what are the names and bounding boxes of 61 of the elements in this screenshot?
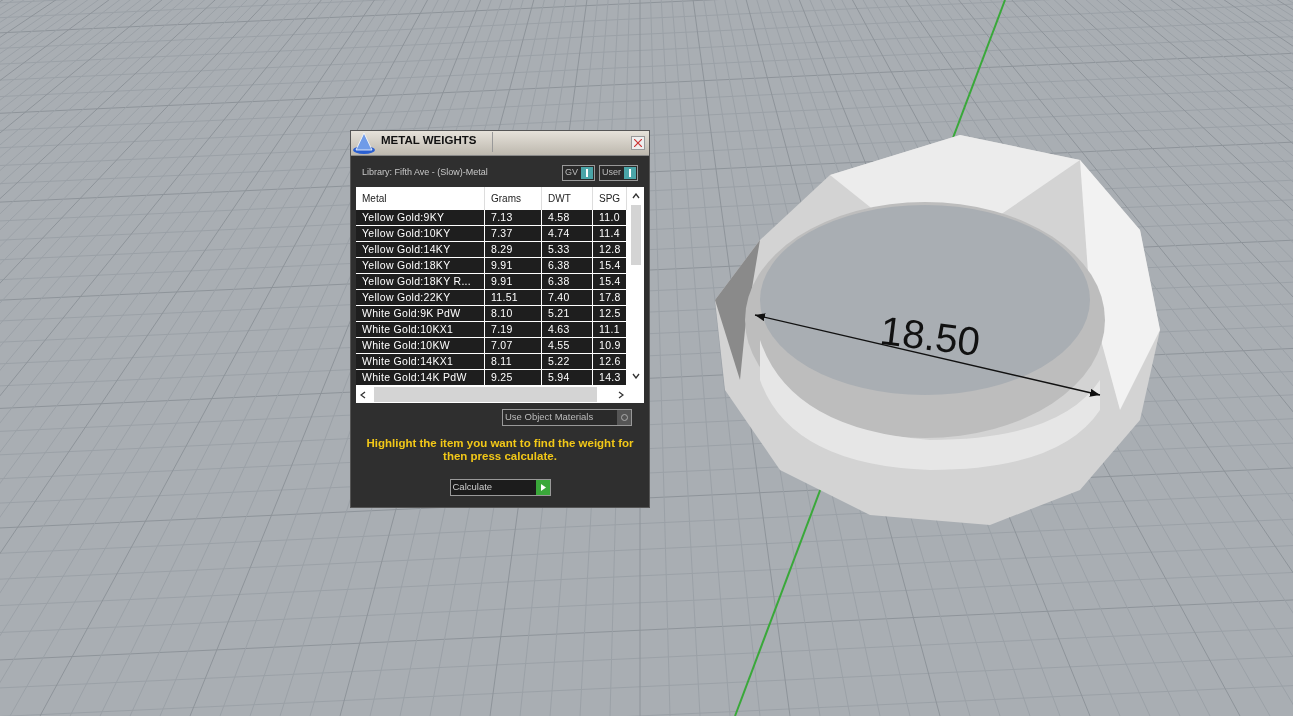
close-button[interactable] [631,136,645,150]
table-cell: 4.63 [542,322,593,338]
table-cell: 11.51 [485,290,542,306]
table-cell: 8.29 [485,242,542,258]
table-cell: 8.10 [485,306,542,322]
table-cell: 11.4 [593,226,627,242]
table-cell: 11.1 [593,322,627,338]
table-cell: 5.94 [542,370,593,386]
table-cell: 7.19 [485,322,542,338]
calculate-button[interactable]: Calculate [449,479,551,496]
table-cell: 8.11 [485,354,542,370]
table-cell: 5.21 [542,306,593,322]
table-cell: 11.0 [593,210,627,226]
table-cell: 12.5 [593,306,627,322]
close-icon [634,139,642,147]
table-cell: 4.55 [542,338,593,354]
toggle-switch[interactable]: User [599,165,638,181]
table-cell: 5.22 [542,354,593,370]
table-cell: White Gold:10KW [356,338,485,354]
toggle-on-icon [624,167,636,179]
table-cell: 4.58 [542,210,593,226]
table-cell: 7.13 [485,210,542,226]
window-title: METAL WEIGHTS [381,132,493,152]
table-cell: 5.33 [542,242,593,258]
table-cell: White Gold:9K PdW [356,306,485,322]
library-label: Library: Fifth Ave - (Slow)-Metal [362,166,489,180]
table-cell: 15.4 [593,258,627,274]
table-cell: Yellow Gold:9KY [356,210,485,226]
table-cell: 7.40 [542,290,593,306]
table-cell: 12.6 [593,354,627,370]
table-cell: 7.07 [485,338,542,354]
table-cell: 14.3 [593,370,627,386]
table-cell: 9.91 [485,258,542,274]
table-cell: Yellow Gold:22KY [356,290,485,306]
toggle-switch[interactable]: GV [561,165,595,181]
table-cell: 12.8 [593,242,627,258]
table-cell: White Gold:10KX1 [356,322,485,338]
table-cell: 7.37 [485,226,542,242]
table-cell: White Gold:14KX1 [356,354,485,370]
dimension-label: 18.50 [877,308,983,364]
table-cell: 10.9 [593,338,627,354]
table-cell: 17.8 [593,290,627,306]
table-cell: White Gold:14K PdW [356,370,485,386]
toggle-on-icon [581,167,593,179]
table-cell: 9.91 [485,274,542,290]
toggle-off-icon [617,410,631,425]
table-cell: 4.74 [542,226,593,242]
scroll-thumb[interactable] [374,387,597,402]
table-cell: Yellow Gold:18KY R... [356,274,485,290]
table-cell: 9.25 [485,370,542,386]
toggle-switch[interactable]: Use Object Materials [502,409,632,426]
table-cell: 6.38 [542,274,593,290]
table-cell: Yellow Gold:18KY [356,258,485,274]
table-cell: Yellow Gold:14KY [356,242,485,258]
play-icon [535,480,550,495]
table-cell: 15.4 [593,274,627,290]
scroll-thumb[interactable] [630,205,641,265]
table-cell: Yellow Gold:10KY [356,226,485,242]
cone-icon [352,131,376,155]
hint-text: Highlight the item you want to find the weight for then press calculate. [365,437,635,463]
table-cell: 6.38 [542,258,593,274]
